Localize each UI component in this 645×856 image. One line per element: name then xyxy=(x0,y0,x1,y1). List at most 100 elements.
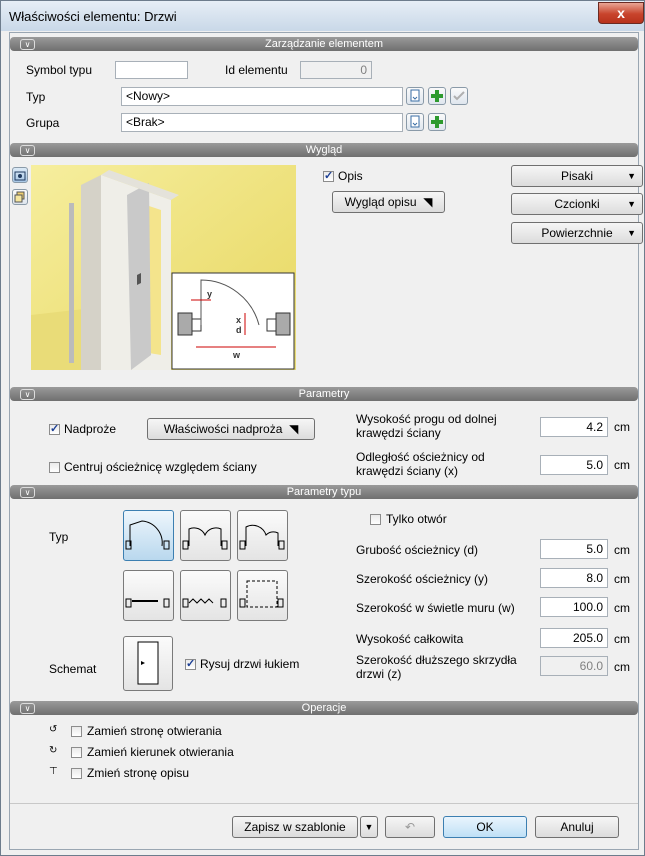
symbol-type-field[interactable] xyxy=(115,61,188,79)
opis-label: Opis xyxy=(338,169,363,183)
nadproze-checkbox[interactable] xyxy=(49,422,60,435)
view-3d-tab[interactable] xyxy=(12,167,28,183)
section-title: Parametry xyxy=(298,388,350,400)
wlasciwosci-nadproza-button[interactable]: Właściwości nadproża ◥ xyxy=(147,418,315,440)
opis-checkbox[interactable] xyxy=(323,169,334,182)
footer-divider xyxy=(10,803,638,804)
door-double-arc-icon xyxy=(182,527,228,550)
section-title: Parametry typu xyxy=(286,486,362,498)
checkmark-icon xyxy=(453,91,465,101)
wlasciwosci-nadproza-label: Właściwości nadproża xyxy=(163,422,283,436)
centruj-label: Centruj ościeżnicę względem ściany xyxy=(64,460,257,474)
unit-label: cm xyxy=(614,660,630,674)
unit-label: cm xyxy=(614,632,630,646)
operation-label: Zamień stronę otwierania xyxy=(87,724,222,738)
door-asym-arc-icon xyxy=(239,524,285,550)
section-operations-header[interactable]: ∨ Operacje xyxy=(10,701,638,715)
dropdown-arrow-icon: ▼ xyxy=(627,228,636,238)
door-type-opening-button[interactable] xyxy=(237,570,288,621)
czcionki-dropdown[interactable]: Czcionki ▼ xyxy=(511,193,643,215)
type-browse-button[interactable] xyxy=(406,87,424,105)
folding-door-icon xyxy=(182,598,227,608)
frame-thickness-field[interactable]: 5.0 xyxy=(540,539,608,559)
element-id-field: 0 xyxy=(300,61,372,79)
window-title: Właściwości elementu: Drzwi xyxy=(9,9,177,24)
section-parameters-header[interactable]: ∨ Parametry xyxy=(10,387,638,401)
close-button[interactable]: x xyxy=(598,2,644,24)
save-template-button[interactable]: Zapisz w szablonie xyxy=(232,816,358,838)
type-add-button[interactable] xyxy=(428,87,446,105)
schema-button[interactable] xyxy=(123,636,173,691)
view-2d-tab[interactable] xyxy=(12,189,28,205)
plus-icon xyxy=(431,116,443,128)
leaf-width-field: 60.0 xyxy=(540,656,608,676)
dimension-d-label: d xyxy=(236,325,242,335)
nadproze-label: Nadproże xyxy=(64,422,117,436)
section-title: Zarządzanie elementem xyxy=(264,38,383,50)
type-field[interactable]: <Nowy> xyxy=(121,87,403,106)
pisaki-dropdown[interactable]: Pisaki ▼ xyxy=(511,165,643,187)
group-browse-button[interactable] xyxy=(406,113,424,131)
cancel-button[interactable]: Anuluj xyxy=(535,816,619,838)
dialog-window: Właściwości elementu: Drzwi x ∨ Zarządza… xyxy=(0,0,645,856)
param-row-label: Szerokość w świetle muru (w) xyxy=(356,601,515,615)
type-confirm-button[interactable] xyxy=(450,87,468,105)
door-arc-icon xyxy=(125,520,170,550)
door-type-arc-button[interactable] xyxy=(123,510,174,561)
frame-width-field[interactable]: 8.0 xyxy=(540,568,608,588)
symbol-type-label: Symbol typu xyxy=(26,63,93,77)
tylko-otwor-checkbox[interactable] xyxy=(370,514,381,525)
door-type-folding-button[interactable] xyxy=(180,570,231,621)
frame-offset-field[interactable]: 5.0 xyxy=(540,455,608,475)
dialog-body: ∨ Zarządzanie elementem Symbol typu Id e… xyxy=(9,32,643,850)
opening-icon xyxy=(239,580,284,608)
swap-opening-side-checkbox[interactable] xyxy=(71,726,82,737)
typ-label: Typ xyxy=(49,530,69,544)
swap-opening-direction-checkbox[interactable] xyxy=(71,747,82,758)
operation-label: Zmień stronę opisu xyxy=(87,766,190,780)
schemat-label: Schemat xyxy=(49,662,97,676)
door-3d-illustration: y x d w xyxy=(31,165,296,370)
centruj-checkbox[interactable] xyxy=(49,462,60,473)
param-row-label: Grubość ościeżnicy (d) xyxy=(356,543,479,557)
prog-height-field[interactable]: 4.2 xyxy=(540,417,608,437)
param-row-label: Szerokość ościeżnicy (y) xyxy=(356,572,489,586)
title-bar: Właściwości elementu: Drzwi x xyxy=(1,1,644,31)
section-appearance-header[interactable]: ∨ Wygląd xyxy=(10,143,638,157)
door-type-double-arc-button[interactable] xyxy=(180,510,231,561)
total-height-field[interactable]: 205.0 xyxy=(540,628,608,648)
param-row-label: Wysokość całkowita xyxy=(356,632,464,646)
frame-offset-label: Odległość ościeżnicy od krawędzi ściany … xyxy=(356,450,485,478)
door-schema-icon xyxy=(137,641,159,685)
rysuj-luk-checkbox[interactable] xyxy=(185,657,196,670)
swap-opening-side-icon: ↺ xyxy=(49,724,58,735)
powierzchnie-dropdown[interactable]: Powierzchnie ▼ xyxy=(511,222,643,244)
section-type-parameters-header[interactable]: ∨ Parametry typu xyxy=(10,485,638,499)
powierzchnie-label: Powierzchnie xyxy=(541,226,613,240)
door-type-asym-arc-button[interactable] xyxy=(237,510,288,561)
dropdown-arrow-icon: ▼ xyxy=(627,199,636,209)
dimension-y-label: y xyxy=(207,289,212,299)
ok-button[interactable]: OK xyxy=(443,816,527,838)
wyglad-opisu-button[interactable]: Wygląd opisu ◥ xyxy=(332,191,445,213)
group-add-button[interactable] xyxy=(428,113,446,131)
czcionki-label: Czcionki xyxy=(554,197,600,211)
param-row-label: Szerokość dłuższego skrzydła drzwi (z) xyxy=(356,653,517,681)
sliding-door-icon xyxy=(125,598,170,608)
dimension-x-label: x xyxy=(236,315,241,325)
section-management-header[interactable]: ∨ Zarządzanie elementem xyxy=(10,37,638,51)
swap-description-side-checkbox[interactable] xyxy=(71,768,82,779)
dimension-w-label: w xyxy=(232,350,241,360)
undo-icon: ↶ xyxy=(404,820,416,834)
prog-height-label: Wysokość progu od dolnej krawędzi ściany xyxy=(356,412,497,440)
operation-label: Zamień kierunek otwierania xyxy=(87,745,234,759)
opening-width-field[interactable]: 100.0 xyxy=(540,597,608,617)
door-preview-image: y x d w xyxy=(31,165,296,370)
save-template-dropdown[interactable]: ▼ xyxy=(360,816,378,838)
door-type-sliding-button[interactable] xyxy=(123,570,174,621)
wyglad-opisu-label: Wygląd opisu xyxy=(344,195,417,209)
camera-icon xyxy=(14,171,26,181)
undo-button[interactable]: ↶ xyxy=(385,816,435,838)
group-field[interactable]: <Brak> xyxy=(121,113,403,132)
open-dialog-icon: ◥ xyxy=(285,422,299,436)
